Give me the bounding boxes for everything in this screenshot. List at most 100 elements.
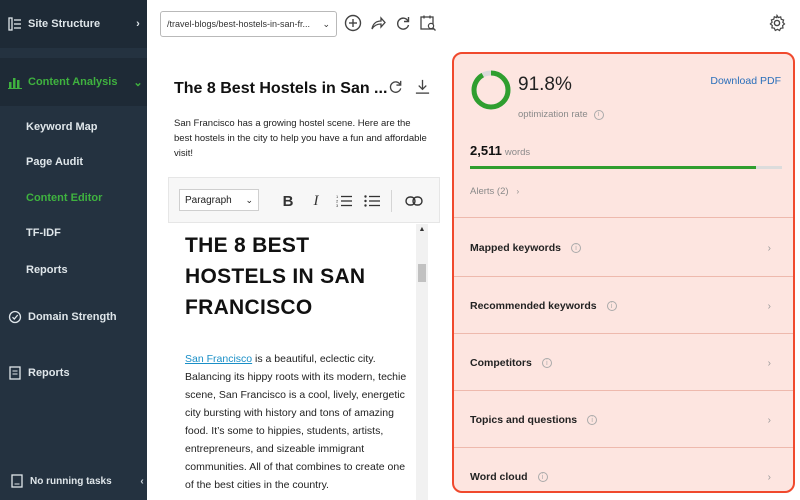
sidebar-item-label: Keyword Map — [26, 121, 98, 133]
italic-icon[interactable]: I — [305, 190, 327, 212]
gauge-icon — [8, 310, 22, 324]
divider — [454, 217, 793, 218]
chevron-right-icon: › — [767, 300, 771, 312]
numbered-list-icon[interactable]: 123 — [333, 190, 355, 212]
url-select-value: /travel-blogs/best-hostels-in-san-fr... — [167, 19, 311, 29]
calendar-search-icon[interactable] — [418, 13, 438, 33]
info-icon[interactable]: i — [571, 243, 582, 253]
meta-description[interactable]: San Francisco has a growing hostel scene… — [174, 116, 429, 161]
sidebar-item-label: No running tasks — [30, 475, 112, 487]
refresh-icon[interactable] — [393, 13, 413, 33]
document-body[interactable]: THE 8 BEST HOSTELS IN SAN FRANCISCO San … — [168, 224, 416, 500]
editor-scrollbar[interactable]: ▲ — [416, 224, 428, 500]
competitors-row[interactable]: Competitors i › — [454, 335, 793, 391]
chevron-right-icon: › — [136, 18, 140, 30]
scrollbar-thumb[interactable] — [418, 264, 426, 282]
recommended-keywords-row[interactable]: Recommended keywords i › — [454, 278, 793, 334]
row-label: Topics and questions — [470, 414, 578, 426]
paragraph-style-select[interactable]: Paragraph ⌄ — [179, 189, 259, 211]
top-toolbar: /travel-blogs/best-hostels-in-san-fr... … — [150, 0, 800, 46]
info-icon[interactable]: i — [587, 415, 598, 425]
info-icon[interactable]: i — [593, 109, 604, 120]
alerts-label: Alerts (2) — [470, 186, 509, 197]
sidebar-item-content-analysis[interactable]: Content Analysis ⌄ — [0, 58, 147, 106]
sidebar-item-running-tasks[interactable]: No running tasks — [0, 466, 147, 496]
chevron-right-icon: › — [767, 471, 771, 483]
paragraph-style-value: Paragraph — [185, 194, 232, 206]
toolbar-divider — [391, 190, 392, 212]
optimization-label: optimization rate i — [518, 109, 604, 120]
document-heading: THE 8 BEST HOSTELS IN SAN FRANCISCO — [185, 234, 366, 319]
chevron-right-icon: › — [767, 357, 771, 369]
chevron-down-icon: ⌄ — [245, 194, 253, 205]
chevron-down-icon: ⌄ — [322, 18, 330, 29]
bold-icon[interactable]: B — [277, 190, 299, 212]
sidebar-item-reports-sub[interactable]: Reports — [26, 260, 144, 280]
optimization-ring-fill — [471, 70, 511, 110]
scroll-up-icon[interactable]: ▲ — [416, 226, 428, 236]
row-label: Mapped keywords — [470, 242, 562, 254]
document-link[interactable]: San Francisco — [185, 353, 252, 365]
url-select[interactable]: /travel-blogs/best-hostels-in-san-fr... … — [160, 11, 337, 37]
document-paragraph: San Francisco is a beautiful, eclectic c… — [185, 350, 411, 494]
chevron-right-icon: › — [767, 242, 771, 254]
document-icon — [8, 366, 22, 380]
sidebar-item-site-structure[interactable]: Site Structure › — [0, 0, 147, 48]
alerts-toggle[interactable]: Alerts (2) › — [470, 186, 519, 197]
chevron-right-icon: › — [516, 187, 520, 196]
svg-text:3: 3 — [336, 203, 339, 208]
sidebar: Site Structure › Content Analysis ⌄ Keyw… — [0, 0, 147, 500]
divider — [454, 447, 793, 448]
sidebar-item-label: Content Editor — [26, 192, 103, 204]
chevron-right-icon: › — [767, 414, 771, 426]
row-label: Word cloud — [470, 471, 528, 483]
gear-icon[interactable] — [767, 13, 787, 33]
sidebar-item-keyword-map[interactable]: Keyword Map — [26, 117, 144, 137]
divider — [454, 333, 793, 334]
topics-and-questions-row[interactable]: Topics and questions i › — [454, 392, 793, 448]
download-pdf-link[interactable]: Download PDF — [710, 75, 781, 87]
format-toolbar: Paragraph ⌄ B I 123 — [168, 177, 440, 223]
optimization-panel: 91.8% optimization rate i Download PDF 2,… — [452, 52, 795, 493]
sidebar-item-label: Domain Strength — [28, 311, 117, 323]
sidebar-item-label: Page Audit — [26, 156, 84, 168]
tasks-icon — [10, 474, 24, 488]
sidebar-item-reports[interactable]: Reports — [0, 358, 147, 388]
content-editor: The 8 Best Hostels in San ... San Franci… — [150, 46, 440, 500]
sidebar-item-content-editor[interactable]: Content Editor — [26, 188, 144, 208]
bullet-list-icon[interactable] — [361, 190, 383, 212]
page-title: The 8 Best Hostels in San ... — [174, 80, 388, 97]
optimization-score: 91.8% — [518, 74, 572, 95]
optimization-ring — [471, 70, 511, 110]
divider — [454, 276, 793, 277]
add-icon[interactable] — [343, 13, 363, 33]
progress-fill — [470, 166, 757, 169]
document-paragraph-text: is a beautiful, eclectic city. Balancing… — [185, 353, 407, 491]
bar-chart-icon — [8, 75, 22, 89]
word-count: 2,511 words — [470, 143, 530, 158]
mapped-keywords-row[interactable]: Mapped keywords i › — [454, 220, 793, 276]
sidebar-item-label: Content Analysis — [28, 76, 118, 88]
site-structure-icon — [8, 17, 22, 31]
sidebar-item-page-audit[interactable]: Page Audit — [26, 152, 144, 172]
word-cloud-row[interactable]: Word cloud i › — [454, 449, 793, 491]
word-count-value: 2,511 — [470, 143, 502, 158]
sidebar-item-label: TF-IDF — [26, 227, 61, 239]
refresh-icon[interactable] — [385, 76, 405, 96]
sidebar-item-domain-strength[interactable]: Domain Strength — [0, 302, 147, 332]
row-label: Competitors — [470, 357, 532, 369]
chevron-down-icon: ⌄ — [133, 76, 143, 89]
share-icon[interactable] — [368, 13, 388, 33]
collapse-sidebar-button[interactable]: ‹ — [137, 466, 147, 496]
link-icon[interactable] — [403, 190, 425, 212]
sidebar-item-label: Reports — [26, 264, 68, 276]
info-icon[interactable]: i — [606, 301, 617, 311]
sidebar-item-tf-idf[interactable]: TF-IDF — [26, 223, 144, 243]
row-label: Recommended keywords — [470, 300, 597, 312]
divider — [454, 390, 793, 391]
download-icon[interactable] — [412, 76, 432, 96]
info-icon[interactable]: i — [541, 358, 552, 368]
sidebar-item-label: Reports — [28, 367, 70, 379]
info-icon[interactable]: i — [537, 472, 548, 482]
word-count-progress — [470, 166, 782, 169]
